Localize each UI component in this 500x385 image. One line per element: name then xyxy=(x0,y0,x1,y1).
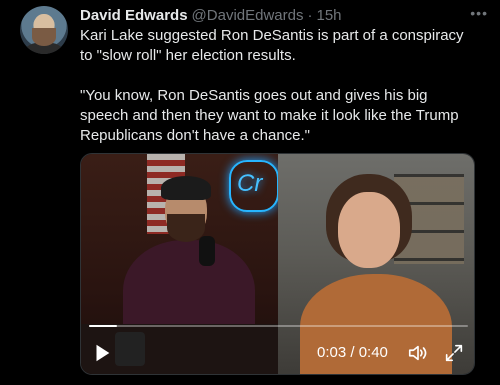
volume-icon[interactable] xyxy=(407,342,429,364)
avatar-beard xyxy=(32,28,56,46)
author-name[interactable]: David Edwards xyxy=(80,7,188,24)
more-icon[interactable]: ••• xyxy=(470,5,488,21)
separator-dot: · xyxy=(307,6,313,24)
video-player[interactable]: Cr 0:03 / 0:40 xyxy=(80,153,475,375)
tweet-timestamp[interactable]: 15h xyxy=(316,7,341,24)
author-handle[interactable]: @DavidEdwards xyxy=(192,7,304,24)
host-hat xyxy=(161,176,211,200)
video-time: 0:03 / 0:40 xyxy=(317,344,388,361)
avatar[interactable] xyxy=(20,6,68,54)
guest-face xyxy=(338,192,400,268)
video-progress-bar[interactable] xyxy=(89,325,468,327)
tweet-text: Kari Lake suggested Ron DeSantis is part… xyxy=(80,26,480,146)
video-progress-fill xyxy=(89,325,118,327)
neon-sign-text: Cr xyxy=(237,170,263,197)
fullscreen-icon[interactable] xyxy=(443,342,465,364)
video-controls: 0:03 / 0:40 xyxy=(81,338,474,368)
play-icon[interactable] xyxy=(91,342,113,364)
tweet[interactable]: David Edwards @DavidEdwards · 15h ••• Ka… xyxy=(0,0,500,385)
tweet-paragraph: "You know, Ron DeSantis goes out and giv… xyxy=(80,87,459,144)
tweet-header: David Edwards @DavidEdwards · 15h xyxy=(80,5,480,25)
microphone xyxy=(199,236,215,266)
tweet-paragraph: Kari Lake suggested Ron DeSantis is part… xyxy=(80,27,464,64)
